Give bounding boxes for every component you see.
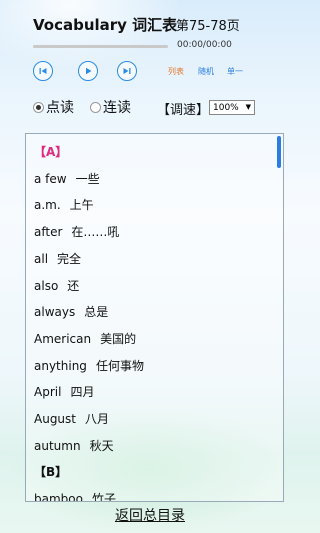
- vocab-english: after: [34, 225, 63, 240]
- vocab-chinese: 八月: [85, 412, 110, 426]
- mode-list-button[interactable]: 列表: [168, 66, 184, 77]
- vocab-entry[interactable]: autumn 秋天: [34, 437, 114, 454]
- vocab-english: August: [34, 412, 76, 426]
- vocab-entry[interactable]: a few 一些: [34, 170, 100, 187]
- vocab-chinese: 在……吼: [71, 225, 120, 240]
- vocab-entry[interactable]: August 八月: [34, 410, 109, 427]
- speed-label: 【调速】: [157, 103, 210, 118]
- vocab-chinese: 四月: [70, 385, 95, 400]
- vocab-english: also: [34, 278, 59, 293]
- vocab-english: a.m.: [34, 198, 61, 213]
- back-to-contents-link[interactable]: 返回总目录: [0, 505, 300, 525]
- vocab-english: all: [34, 251, 49, 266]
- vocab-entry[interactable]: April 四月: [34, 383, 94, 400]
- audio-time: 00:00/00:00: [177, 40, 232, 50]
- vocab-english: a few: [34, 171, 67, 186]
- speed-select[interactable]: 100% ▼: [209, 100, 255, 115]
- read-mode-point-label: 点读: [46, 100, 74, 116]
- section-header: 【A】: [34, 145, 68, 159]
- vocab-chinese: 完全: [57, 251, 82, 266]
- vocab-chinese: 一些: [75, 171, 100, 186]
- vocab-chinese: 竹子: [91, 492, 116, 502]
- play-icon: [86, 67, 92, 75]
- vocab-entry[interactable]: a.m. 上午: [34, 196, 94, 213]
- dropdown-arrow-icon: ▼: [245, 103, 251, 111]
- vocabulary-list[interactable]: 【A】 a few 一些 a.m. 上午 after 在……吼 all 完全 also 还 alway…: [25, 133, 284, 502]
- audio-progress-bar[interactable]: [33, 45, 168, 48]
- vocab-english: American: [34, 331, 92, 346]
- page-title: Vocabulary 词汇表: [33, 16, 178, 34]
- vocab-chinese: 秋天: [89, 438, 114, 453]
- vocab-entry[interactable]: American 美国的: [34, 330, 136, 347]
- page-range: 第75-78页: [176, 19, 240, 34]
- list-scrollbar[interactable]: [277, 136, 281, 168]
- vocab-chinese: 总是: [84, 305, 109, 320]
- play-button[interactable]: [78, 61, 98, 81]
- vocab-entry[interactable]: all 完全: [34, 250, 81, 267]
- header: Vocabulary 词汇表 第75-78页 00:00/00:00 列表 随机…: [0, 0, 300, 90]
- vocab-english: always: [34, 305, 76, 320]
- vocab-entry[interactable]: always 总是: [34, 303, 108, 320]
- radio-point-read[interactable]: [33, 101, 44, 113]
- vocab-entry[interactable]: after 在……吼: [34, 223, 119, 240]
- radio-continuous-read[interactable]: [90, 101, 101, 113]
- mode-single-button[interactable]: 单一: [227, 66, 243, 77]
- vocab-chinese: 还: [67, 278, 80, 293]
- skip-forward-icon: [123, 68, 131, 74]
- skip-back-button[interactable]: [33, 61, 53, 81]
- vocab-entry[interactable]: bamboo 竹子: [34, 490, 116, 502]
- skip-back-icon: [39, 68, 47, 74]
- skip-forward-button[interactable]: [117, 61, 137, 81]
- vocab-chinese: 任何事物: [95, 358, 144, 373]
- vocab-english: anything: [34, 358, 87, 373]
- vocab-english: bamboo: [34, 492, 83, 502]
- vocab-entry[interactable]: anything 任何事物: [34, 357, 144, 374]
- read-mode-point[interactable]: 点读: [33, 97, 74, 117]
- vocab-chinese: 上午: [69, 198, 94, 213]
- section-header: 【B】: [34, 465, 68, 480]
- speed-value: 100%: [213, 102, 239, 113]
- vocab-entry[interactable]: also 还: [34, 277, 79, 294]
- radio-selected-dot: [36, 104, 41, 110]
- vocab-english: autumn: [34, 438, 81, 453]
- read-mode-continuous-label: 连读: [103, 100, 131, 116]
- vocab-english: April: [34, 385, 62, 400]
- read-mode-continuous[interactable]: 连读: [90, 97, 131, 117]
- mode-random-button[interactable]: 随机: [198, 66, 214, 77]
- vocab-chinese: 美国的: [100, 331, 137, 346]
